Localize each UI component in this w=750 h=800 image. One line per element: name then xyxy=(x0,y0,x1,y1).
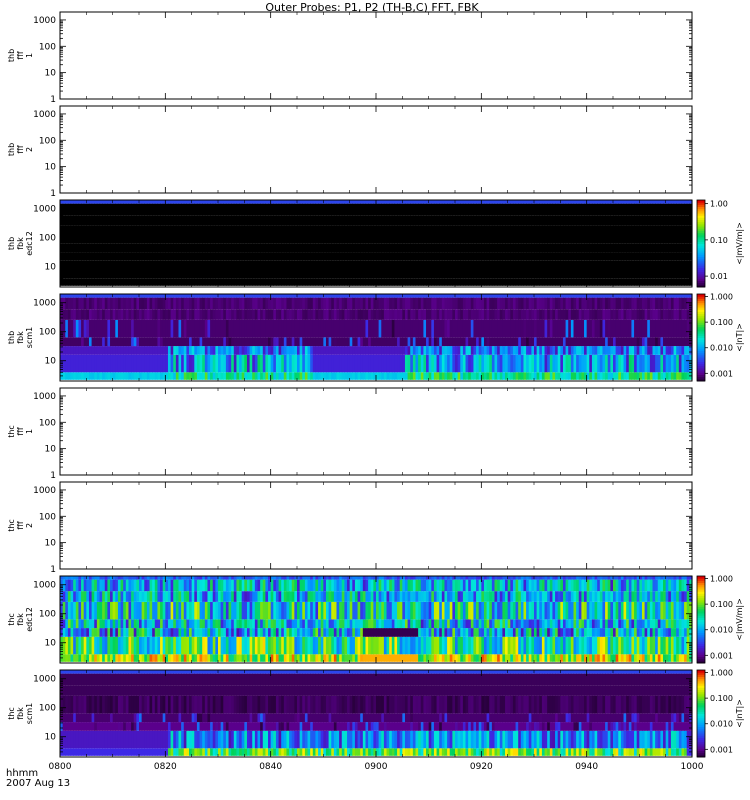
panel-label-line: 1 xyxy=(25,53,34,58)
colorbar-tick-label: 1.000 xyxy=(710,293,733,302)
colorbar-swatch xyxy=(697,294,705,297)
panel-label-line: fff xyxy=(16,427,25,436)
y-tick-label: 100 xyxy=(39,234,56,244)
panel-label-line: thb xyxy=(7,143,16,156)
colorbar-tick-label: 0.01 xyxy=(710,272,728,281)
y-tick-label: 1 xyxy=(50,471,56,481)
y-tick-label: 1000 xyxy=(33,205,56,215)
colorbar-tick-label: 0.10 xyxy=(710,236,728,245)
panel-frame xyxy=(59,387,693,476)
panel-label-line: 2 xyxy=(25,147,34,152)
colorbar-3: 1.00 0.10 0.01 <|mV/m|> xyxy=(696,199,744,288)
panel-7: 1.0000.1000.0100.001<|mV/m|>100010010thc… xyxy=(7,575,744,664)
panel-label-line: thb xyxy=(7,331,16,344)
panel-label-line: fff xyxy=(16,521,25,530)
panel-label-line: scm1 xyxy=(25,327,34,348)
panel-3: 1.00 0.10 0.01 <|mV/m|> 1000 100 10 thb fbk edc12 xyxy=(7,199,744,288)
y-tick-label: 10 xyxy=(45,445,57,455)
figure-canvas: Outer Probes: P1, P2 (TH-B,C) FFT, FBK 1… xyxy=(6,1,744,789)
panel-label-line: edc12 xyxy=(25,231,34,256)
panel-label-line: fbk xyxy=(16,237,25,250)
y-tick-label: 1 xyxy=(50,565,56,575)
y-tick-label: 1000 xyxy=(33,486,56,496)
y-tick-label: 100 xyxy=(39,136,56,146)
panel-label-line: thc xyxy=(7,519,16,532)
y-tick-label: 1000 xyxy=(33,16,56,26)
y-tick-label: 10 xyxy=(45,263,57,273)
y-tick-label: 100 xyxy=(39,512,56,522)
panel-6: 1000 100 10 1 thc fff 2 xyxy=(7,481,693,575)
y-tick-label: 100 xyxy=(39,42,56,52)
colorbar-tick-label: 0.100 xyxy=(710,318,733,327)
y-tick-label: 10 xyxy=(45,539,57,549)
colorbar-swatch xyxy=(697,200,705,203)
panel-4: 1.000 0.100 0.010 0.001 <|nT|> 1000 100 10 thb fb… xyxy=(7,293,744,382)
panel-label-line: 2 xyxy=(25,523,34,528)
panel-1: 1000100101thb fff 1 xyxy=(7,11,693,105)
panel-5: 1000100101thc fff 1 xyxy=(7,387,693,481)
colorbar-tick-label: 1.00 xyxy=(710,200,728,209)
panel-label-line: thc xyxy=(7,425,16,438)
y-tick-label: 10 xyxy=(45,357,57,367)
y-tick-label: 1000 xyxy=(33,110,56,120)
panel-frame xyxy=(59,481,693,570)
panel-label-line: fff xyxy=(16,51,25,60)
colorbar-tick-label: 0.001 xyxy=(710,369,733,378)
panels-group: 1000100101thb fff 11000100101thb fff 21.000.… xyxy=(7,11,744,772)
colorbar-label: <|nT|> xyxy=(735,323,744,352)
y-tick-label: 100 xyxy=(39,418,56,428)
y-tick-label: 1000 xyxy=(33,392,56,402)
panel-frame xyxy=(59,105,693,194)
panel-2: 1000 100 10 1 thb fff 2 xyxy=(7,105,693,199)
y-tick-label: 1 xyxy=(50,95,56,105)
colorbar-4: 1.000 0.100 0.010 0.001 <|nT|> xyxy=(696,293,744,382)
panel-label-line: thb xyxy=(7,49,16,62)
y-tick-label: 10 xyxy=(45,69,57,79)
panel-frame xyxy=(59,11,693,100)
colorbar-tick-label: 0.010 xyxy=(710,344,733,353)
colorbar-label: <|mV/m|> xyxy=(735,222,744,265)
panel-label-line: 1 xyxy=(25,429,34,434)
panel-label-line: fbk xyxy=(16,331,25,344)
panel-label-line: fff xyxy=(16,145,25,154)
y-tick-label: 100 xyxy=(39,328,56,338)
y-tick-label: 10 xyxy=(45,163,57,173)
y-tick-label: 1000 xyxy=(33,299,56,309)
panel-label-line: thb xyxy=(7,237,16,250)
y-tick-label: 1 xyxy=(50,189,56,199)
